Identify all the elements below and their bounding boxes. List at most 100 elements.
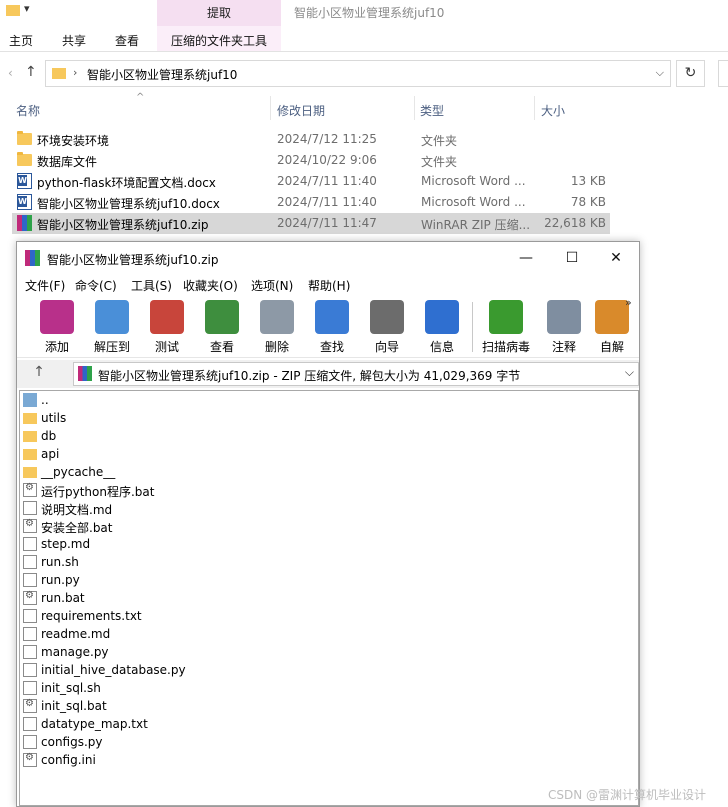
winrar-icon — [78, 366, 92, 381]
toolbar-button[interactable]: 添加 — [31, 296, 83, 358]
entry-name: configs.py — [41, 735, 103, 749]
file-name: 智能小区物业管理系统juf10.docx — [37, 197, 220, 211]
tab-share[interactable]: 共享 — [62, 32, 86, 49]
file-row[interactable]: python-flask环境配置文档.docx 2024/7/11 11:40 Mi… — [12, 171, 610, 192]
batch-file-icon — [23, 482, 37, 497]
quick-access-dropdown-icon[interactable]: ▾ — [24, 2, 30, 15]
file-date: 2024/7/11 11:47 — [277, 216, 377, 230]
toolbar-label: 信息 — [429, 340, 454, 354]
menu-help[interactable]: 帮助(H) — [308, 277, 350, 294]
folder-icon — [23, 449, 37, 460]
archive-path-field[interactable]: 智能小区物业管理系统juf10.zip - ZIP 压缩文件, 解包大小为 41… — [73, 362, 639, 386]
menu-commands[interactable]: 命令(C) — [75, 277, 117, 294]
toolbar-label: 查找 — [319, 340, 344, 354]
file-icon — [23, 609, 37, 623]
file-icon — [23, 573, 37, 587]
add-archive-icon — [40, 300, 74, 334]
file-name: 环境安装环境 — [37, 134, 110, 148]
entry-name: init_sql.sh — [41, 681, 101, 695]
toolbar-button[interactable]: 信息 — [416, 296, 468, 358]
toolbar-button[interactable]: 解压到 — [86, 296, 138, 358]
menu-file[interactable]: 文件(F) — [25, 277, 65, 294]
extract-folder-icon — [95, 300, 129, 334]
address-bar[interactable]: › 智能小区物业管理系统juf10 ⌵ — [45, 60, 671, 87]
file-date: 2024/7/11 11:40 — [277, 174, 377, 188]
toolbar-button[interactable]: 查找 — [306, 296, 358, 358]
entry-name: run.bat — [41, 591, 85, 605]
archive-path-text: 智能小区物业管理系统juf10.zip - ZIP 压缩文件, 解包大小为 41… — [98, 369, 521, 383]
archive-file-list: .. utils db api __pycache__ 运行python程序.bat 说明文… — [19, 390, 639, 806]
up-one-level-button[interactable]: ↑ — [27, 364, 51, 384]
minimize-button[interactable]: — — [503, 242, 549, 274]
breadcrumb[interactable]: 智能小区物业管理系统juf10 — [87, 66, 237, 83]
column-header-name[interactable]: 名称 — [16, 102, 40, 119]
menu-tools[interactable]: 工具(S) — [131, 277, 172, 294]
watermark: CSDN @雷渊计算机毕业设计 — [548, 788, 707, 802]
tab-view[interactable]: 查看 — [115, 32, 139, 49]
file-row[interactable]: 智能小区物业管理系统juf10.zip 2024/7/11 11:47 WinRAR… — [12, 213, 610, 234]
winrar-icon — [25, 250, 40, 266]
entry-name: readme.md — [41, 627, 111, 641]
tab-home[interactable]: 主页 — [9, 32, 33, 49]
entry-name: db — [41, 429, 57, 443]
toolbar-overflow-icon[interactable]: » — [625, 296, 632, 309]
up-arrow-icon[interactable]: ↑ — [25, 64, 37, 80]
file-size: 78 KB — [570, 195, 606, 209]
sort-up-icon: ^ — [136, 92, 145, 103]
column-header-size[interactable]: 大小 — [541, 102, 565, 119]
toolbar-button[interactable]: 扫描病毒 — [480, 296, 532, 358]
entry-name: run.py — [41, 573, 80, 587]
word-icon — [17, 194, 32, 210]
file-name: 数据库文件 — [37, 155, 98, 169]
test-clipboard-icon — [150, 300, 184, 334]
toolbar-label: 扫描病毒 — [481, 340, 530, 354]
comment-icon — [547, 300, 581, 334]
toolbar-button[interactable]: 注释 — [538, 296, 590, 358]
toolbar-button[interactable]: 查看 — [196, 296, 248, 358]
column-header-type[interactable]: 类型 — [420, 102, 444, 119]
entry-name: init_sql.bat — [41, 699, 107, 713]
chevron-down-icon[interactable]: ⌵ — [625, 365, 634, 380]
path-bar: ↑ 智能小区物业管理系统juf10.zip - ZIP 压缩文件, 解包大小为 … — [17, 360, 639, 388]
menu-options[interactable]: 选项(N) — [251, 277, 293, 294]
toolbar-label: 注释 — [551, 340, 576, 354]
entry-name: 说明文档.md — [41, 503, 113, 517]
toolbar-button[interactable]: 删除 — [251, 296, 303, 358]
maximize-button[interactable]: ☐ — [549, 242, 595, 274]
file-row[interactable]: 智能小区物业管理系统juf10.docx 2024/7/11 11:40 Micro… — [12, 192, 610, 213]
context-tab-group: 提取 — [157, 0, 281, 26]
refresh-button[interactable]: ↻ — [676, 60, 705, 87]
file-icon — [23, 681, 37, 695]
chevron-down-icon[interactable]: ⌵ — [656, 66, 664, 80]
toolbar-button[interactable]: 向导 — [361, 296, 413, 358]
column-header-date[interactable]: 修改日期 — [277, 102, 325, 119]
toolbar-label: 查看 — [209, 340, 234, 354]
file-icon — [23, 735, 37, 749]
back-icon[interactable]: ‹ — [8, 66, 13, 80]
tab-compressed-folder-tools[interactable]: 压缩的文件夹工具 — [171, 32, 267, 49]
search-input[interactable] — [718, 60, 728, 87]
winrar-window-title: 智能小区物业管理系统juf10.zip — [47, 253, 219, 267]
menu-bar: 文件(F) 命令(C) 工具(S) 收藏夹(O) 选项(N) 帮助(H) — [17, 274, 639, 296]
close-button[interactable]: ✕ — [593, 242, 639, 274]
file-row[interactable]: 数据库文件 2024/10/22 9:06 文件夹 — [12, 150, 610, 171]
file-type: Microsoft Word ... — [421, 195, 526, 209]
column-divider — [534, 96, 535, 120]
toolbar: 添加 解压到 测试 查看 删除 查找 向导 信息 扫描病毒 注释 自解 — [17, 296, 639, 358]
file-size: 13 KB — [570, 174, 606, 188]
folder-icon — [6, 5, 20, 16]
entry-name: 安装全部.bat — [41, 521, 113, 535]
menu-favorites[interactable]: 收藏夹(O) — [183, 277, 238, 294]
file-row[interactable]: 环境安装环境 2024/7/12 11:25 文件夹 — [12, 129, 610, 150]
batch-file-icon — [23, 698, 37, 713]
toolbar-label: 测试 — [154, 340, 179, 354]
toolbar-button[interactable]: 测试 — [141, 296, 193, 358]
file-date: 2024/7/12 11:25 — [277, 132, 377, 146]
toolbar-label: 解压到 — [93, 340, 130, 354]
magnifier-icon — [315, 300, 349, 334]
toolbar-separator — [472, 302, 473, 352]
entry-name: initial_hive_database.py — [41, 663, 186, 677]
info-icon — [425, 300, 459, 334]
folder-icon — [23, 467, 37, 478]
file-date: 2024/10/22 9:06 — [277, 153, 377, 167]
